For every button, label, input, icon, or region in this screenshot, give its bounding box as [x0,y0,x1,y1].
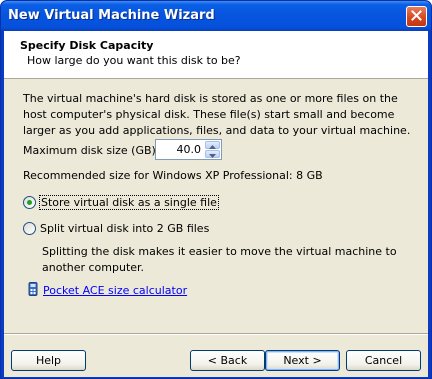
radio-single-file-label[interactable]: Store virtual disk as a single file [39,195,219,210]
title-bar[interactable]: New Virtual Machine Wizard [1,1,431,31]
radio-dot [27,200,32,205]
radio-split-files[interactable]: Split virtual disk into 2 GB files [23,222,209,235]
disk-size-label: Maximum disk size (GB): [23,144,160,157]
close-button[interactable] [406,6,427,27]
radio-split-files-label[interactable]: Split virtual disk into 2 GB files [40,222,209,235]
cancel-button[interactable]: Cancel [346,350,421,371]
disk-size-input[interactable]: 40.0 [177,143,202,156]
calculator-icon [27,282,39,299]
wizard-header: Specify Disk Capacity How large do you w… [4,31,428,79]
page-title: Specify Disk Capacity [20,39,154,52]
dialog-client-area: Specify Disk Capacity How large do you w… [4,31,428,377]
wizard-window: New Virtual Machine Wizard Specify Disk … [0,0,432,379]
close-icon [411,9,422,24]
help-button[interactable]: Help [11,350,86,371]
next-button[interactable]: Next > [265,350,340,371]
back-button[interactable]: < Back [190,350,265,371]
disk-description: The virtual machine's hard disk is store… [23,92,411,137]
window-title: New Virtual Machine Wizard [8,8,215,23]
disk-size-stepper[interactable]: 40.0 [155,139,222,160]
recommended-size-text: Recommended size for Windows XP Professi… [23,169,323,182]
radio-button-selected[interactable] [23,196,36,209]
split-description: Splitting the disk makes it easier to mo… [42,245,397,274]
radio-button[interactable] [23,222,36,235]
arrow-down-icon [209,148,216,161]
radio-single-file[interactable]: Store virtual disk as a single file [23,195,219,210]
spin-down-button[interactable] [205,150,220,158]
spin-buttons [205,141,220,158]
page-subtitle: How large do you want this disk to be? [27,54,241,67]
divider [4,333,428,335]
pocket-ace-calculator[interactable]: Pocket ACE size calculator [27,282,187,299]
calculator-link[interactable]: Pocket ACE size calculator [43,284,187,297]
